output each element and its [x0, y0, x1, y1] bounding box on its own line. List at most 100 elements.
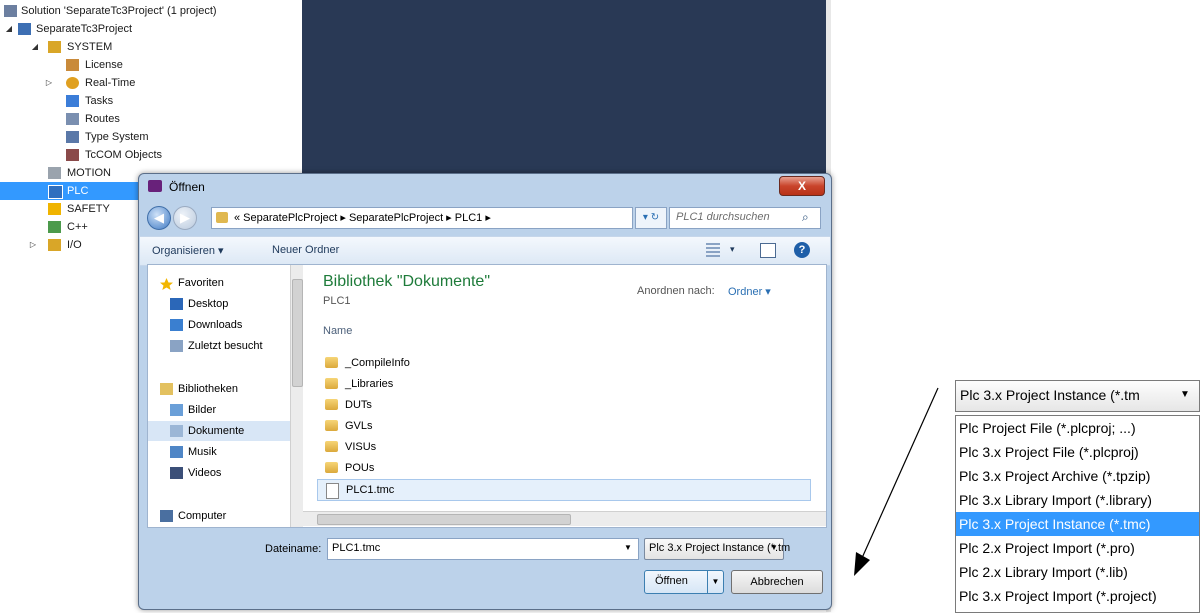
search-input[interactable]: PLC1 durchsuchen ⌕ — [669, 207, 821, 229]
view-options-icon[interactable] — [706, 243, 720, 257]
nav-item-music[interactable]: Musik — [148, 442, 290, 462]
io-icon — [48, 239, 61, 251]
dialog-toolbar: Organisieren ▾ Neuer Ordner ▾ ? — [140, 236, 830, 266]
safety-icon — [48, 203, 61, 215]
realtime-icon — [66, 77, 79, 89]
tree-item-project[interactable]: ◢ SeparateTc3Project — [0, 20, 300, 38]
filetype-option[interactable]: Plc Project File (*.plcproj; ...) — [956, 416, 1199, 440]
chevron-down-icon[interactable]: ▾ — [730, 244, 735, 255]
nav-item-computer[interactable]: Computer — [148, 506, 290, 526]
callout-arrow — [854, 387, 939, 576]
filetype-select[interactable]: Plc 3.x Project Instance (*.tm ▼ — [644, 538, 790, 560]
folder-icon — [325, 420, 338, 431]
filetype-dropdown-zoom[interactable]: Plc 3.x Project Instance (*.tm ▼ — [955, 380, 1200, 412]
tree-item-license[interactable]: License — [0, 56, 300, 74]
folder-icon — [325, 399, 338, 410]
filename-input[interactable]: PLC1.tmc ▼ — [327, 538, 639, 560]
collapse-icon[interactable]: ◢ — [4, 20, 14, 38]
nav-item-desktop[interactable]: Desktop — [148, 294, 290, 314]
filetype-options-list: Plc Project File (*.plcproj; ...) Plc 3.… — [955, 415, 1200, 613]
nav-scrollbar[interactable] — [290, 265, 303, 527]
nav-item-videos[interactable]: Videos — [148, 463, 290, 483]
tree-item-solution[interactable]: Solution 'SeparateTc3Project' (1 project… — [0, 2, 300, 20]
help-icon[interactable]: ? — [794, 242, 810, 258]
file-row[interactable]: _Libraries — [317, 374, 817, 394]
dialog-titlebar[interactable]: Öffnen X — [139, 174, 831, 200]
address-bar[interactable]: « SeparatePlcProject ▸ SeparatePlcProjec… — [211, 207, 633, 229]
file-row[interactable]: _CompileInfo — [317, 353, 817, 373]
file-row[interactable]: DUTs — [317, 395, 817, 415]
tree-item-tasks[interactable]: Tasks — [0, 92, 300, 110]
videos-icon — [170, 467, 183, 479]
navigation-row: ◀ ▶ « SeparatePlcProject ▸ SeparatePlcPr… — [147, 205, 825, 231]
forward-button[interactable]: ▶ — [173, 206, 197, 230]
libraries-icon — [160, 383, 173, 395]
expand-icon[interactable]: ▷ — [44, 74, 54, 92]
collapse-icon[interactable]: ◢ — [30, 38, 40, 56]
folder-icon — [325, 357, 338, 368]
file-row[interactable]: GVLs — [317, 416, 817, 436]
solution-icon — [4, 5, 17, 17]
folder-icon — [325, 441, 338, 452]
routes-icon — [66, 113, 79, 125]
filetype-option[interactable]: Plc 3.x Library Import (*.library) — [956, 488, 1199, 512]
license-icon — [66, 59, 79, 71]
cancel-button[interactable]: Abbrechen — [731, 570, 823, 594]
dialog-footer: Dateiname: PLC1.tmc ▼ Plc 3.x Project In… — [139, 532, 831, 608]
motion-icon — [48, 167, 61, 179]
nav-item-documents[interactable]: Dokumente — [148, 421, 290, 441]
filetype-option-selected[interactable]: Plc 3.x Project Instance (*.tmc) — [956, 512, 1199, 536]
file-row-selected[interactable]: PLC1.tmc — [317, 479, 811, 501]
file-row[interactable]: POUs — [317, 458, 817, 478]
recent-places-icon — [170, 340, 183, 352]
horizontal-scrollbar[interactable] — [303, 511, 826, 526]
filename-label: Dateiname: — [265, 543, 322, 555]
new-folder-button[interactable]: Neuer Ordner — [272, 244, 339, 256]
tree-item-realtime[interactable]: ▷ Real-Time — [0, 74, 300, 92]
scrollbar-thumb[interactable] — [317, 514, 571, 525]
expand-icon[interactable]: ▷ — [28, 236, 38, 254]
arrange-dropdown[interactable]: Ordner ▾ — [728, 285, 771, 298]
search-placeholder: PLC1 durchsuchen — [676, 211, 770, 223]
tree-item-tccom[interactable]: TcCOM Objects — [0, 146, 300, 164]
tccom-icon — [66, 149, 79, 161]
documents-icon — [170, 425, 183, 437]
chevron-down-icon[interactable]: ▼ — [624, 543, 632, 552]
star-icon — [160, 277, 173, 290]
close-button[interactable]: X — [779, 176, 825, 196]
scrollbar-thumb[interactable] — [292, 279, 303, 387]
tree-item-type-system[interactable]: Type System — [0, 128, 300, 146]
tree-item-system[interactable]: ◢ SYSTEM — [0, 38, 300, 56]
library-subtitle: PLC1 — [323, 295, 351, 307]
open-file-dialog: Öffnen X ◀ ▶ « SeparatePlcProject ▸ Sepa… — [138, 173, 832, 610]
filetype-option[interactable]: Plc 3.x Project Archive (*.tpzip) — [956, 464, 1199, 488]
nav-item-pictures[interactable]: Bilder — [148, 400, 290, 420]
nav-item-recent[interactable]: Zuletzt besucht — [148, 336, 290, 356]
nav-item-downloads[interactable]: Downloads — [148, 315, 290, 335]
folder-icon — [325, 462, 338, 473]
arrange-label: Anordnen nach: — [637, 285, 715, 297]
filetype-option[interactable]: Plc 2.x Project Import (*.pro) — [956, 536, 1199, 560]
filetype-option[interactable]: Plc 2.x Library Import (*.lib) — [956, 560, 1199, 584]
filetype-option[interactable]: Plc 3.x Project Import (*.project) — [956, 584, 1199, 608]
visual-studio-icon — [148, 180, 162, 192]
chevron-down-icon: ▼ — [770, 543, 778, 552]
computer-icon — [160, 510, 173, 522]
project-icon — [18, 23, 31, 35]
tree-item-routes[interactable]: Routes — [0, 110, 300, 128]
nav-item-libraries[interactable]: Bibliotheken — [148, 379, 290, 399]
open-split-arrow[interactable]: ▼ — [707, 571, 723, 593]
organize-button[interactable]: Organisieren ▾ — [152, 244, 224, 257]
preview-pane-icon[interactable] — [760, 243, 776, 258]
refresh-button[interactable]: ▾ ↻ — [635, 207, 667, 229]
open-button[interactable]: Öffnen ▼ — [644, 570, 724, 594]
back-button[interactable]: ◀ — [147, 206, 171, 230]
filename-value: PLC1.tmc — [332, 542, 381, 554]
tasks-icon — [66, 95, 79, 107]
nav-item-favorites[interactable]: Favoriten — [148, 273, 290, 293]
file-row[interactable]: VISUs — [317, 437, 817, 457]
filetype-option[interactable]: Plc 3.x Project File (*.plcproj) — [956, 440, 1199, 464]
breadcrumb[interactable]: « SeparatePlcProject ▸ SeparatePlcProjec… — [234, 211, 491, 224]
column-header-name[interactable]: Name — [323, 325, 352, 337]
system-icon — [48, 41, 61, 53]
